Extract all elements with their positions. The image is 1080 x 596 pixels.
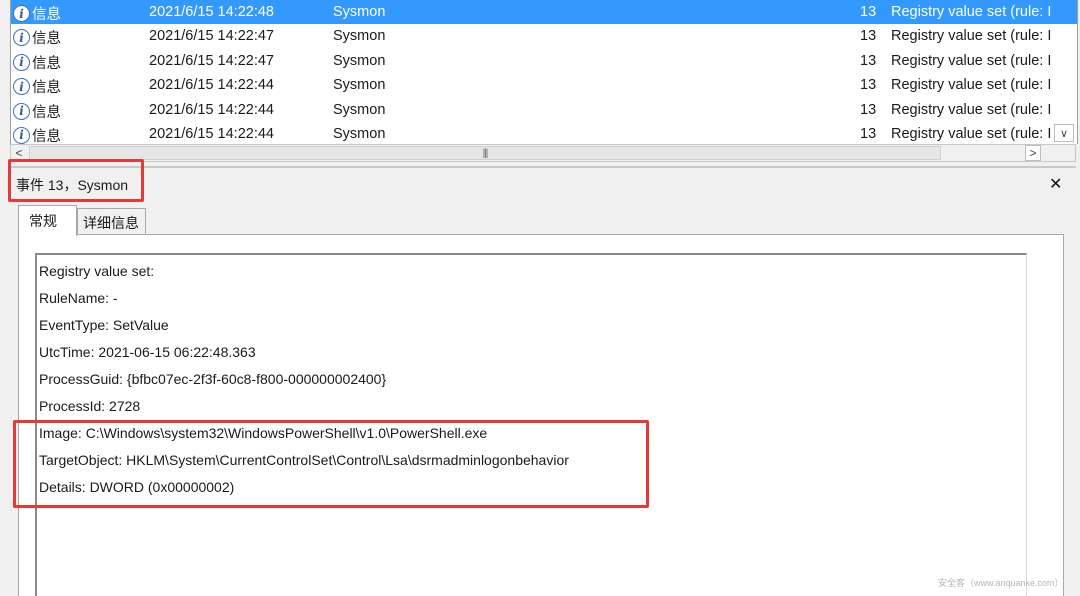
level-cell: i 信息 [13, 52, 61, 73]
level-label: 信息 [32, 31, 61, 48]
info-icon: i [13, 29, 30, 47]
chevron-down-icon: ∨ [1059, 127, 1069, 140]
task-category-cell: Registry value set (rule: I [891, 77, 1052, 94]
event-row[interactable]: i 信息 2021/6/15 14:22:47 Sysmon 13 Registr… [11, 49, 1077, 73]
source-cell: Sysmon [333, 52, 386, 69]
datetime-cell: 2021/6/15 14:22:47 [149, 52, 274, 69]
event-id-cell: 13 [860, 77, 877, 94]
info-icon: i [13, 53, 30, 71]
detail-line: Registry value set: [39, 263, 155, 279]
watermark: 安全客（www.anquanke.com） [938, 578, 1064, 588]
chevron-right-icon: > [1029, 146, 1037, 160]
level-cell: i 信息 [13, 125, 61, 144]
event-row[interactable]: i 信息 2021/6/15 14:22:44 Sysmon 13 Registr… [11, 122, 1077, 144]
detail-line: ProcessGuid: {bfbc07ec-2f3f-60c8-f800-00… [39, 371, 387, 387]
highlight-box-title [8, 159, 144, 202]
level-label: 信息 [32, 55, 61, 72]
event-id-cell: 13 [860, 125, 877, 142]
task-category-cell: Registry value set (rule: I [891, 52, 1052, 69]
tab-general-label: 常规 [29, 213, 57, 229]
tab-details-label: 详细信息 [83, 215, 139, 231]
detail-line: UtcTime: 2021-06-15 06:22:48.363 [39, 344, 256, 360]
source-cell: Sysmon [333, 77, 386, 94]
level-cell: i 信息 [13, 101, 61, 122]
level-cell: i 信息 [13, 27, 61, 48]
event-id-cell: 13 [860, 4, 877, 20]
source-cell: Sysmon [333, 28, 386, 45]
tab-general[interactable]: 常规 [18, 205, 77, 236]
event-viewer-window: i 信息 2021/6/15 14:22:48 Sysmon 13 Registr… [0, 0, 1080, 596]
pane-splitter[interactable] [10, 166, 1076, 168]
info-icon: i [13, 102, 30, 120]
datetime-cell: 2021/6/15 14:22:48 [149, 4, 274, 20]
info-icon: i [13, 126, 30, 144]
source-cell: Sysmon [333, 4, 386, 20]
info-icon: i [13, 5, 30, 22]
task-category-cell: Registry value set (rule: I [891, 4, 1052, 20]
chevron-left-icon: < [15, 146, 23, 160]
event-row[interactable]: i 信息 2021/6/15 14:22:48 Sysmon 13 Registr… [11, 0, 1077, 25]
event-row[interactable]: i 信息 2021/6/15 14:22:47 Sysmon 13 Registr… [11, 24, 1077, 48]
event-row[interactable]: i 信息 2021/6/15 14:22:44 Sysmon 13 Registr… [11, 98, 1077, 122]
tab-details[interactable]: 详细信息 [77, 208, 146, 234]
level-label: 信息 [32, 7, 61, 23]
grip-icon: ||| [482, 147, 489, 159]
task-category-cell: Registry value set (rule: I [891, 28, 1052, 45]
level-label: 信息 [32, 104, 61, 121]
event-list: i 信息 2021/6/15 14:22:48 Sysmon 13 Registr… [10, 0, 1078, 144]
close-icon[interactable]: ✕ [1049, 174, 1062, 194]
level-cell: i 信息 [13, 76, 61, 97]
event-id-cell: 13 [860, 28, 877, 45]
info-icon: i [13, 78, 30, 96]
source-cell: Sysmon [333, 101, 386, 118]
level-label: 信息 [32, 128, 61, 144]
task-category-cell: Registry value set (rule: I [891, 125, 1052, 142]
event-row[interactable]: i 信息 2021/6/15 14:22:44 Sysmon 13 Registr… [11, 73, 1077, 97]
detail-line: ProcessId: 2728 [39, 398, 141, 414]
scroll-right-button[interactable]: > [1025, 145, 1041, 161]
horizontal-scrollbar[interactable]: < ||| > [10, 144, 1076, 162]
datetime-cell: 2021/6/15 14:22:47 [149, 28, 274, 45]
event-id-cell: 13 [860, 52, 877, 69]
detail-line: EventType: SetValue [39, 317, 169, 333]
datetime-cell: 2021/6/15 14:22:44 [149, 101, 274, 118]
level-cell: i 信息 [13, 3, 61, 24]
task-category-cell: Registry value set (rule: I [891, 101, 1052, 118]
event-id-cell: 13 [860, 101, 877, 118]
scroll-down-button[interactable]: ∨ [1054, 124, 1074, 142]
general-tab-panel: Registry value set: RuleName: - EventTyp… [18, 234, 1064, 596]
detail-line: RuleName: - [39, 290, 118, 306]
datetime-cell: 2021/6/15 14:22:44 [149, 77, 274, 94]
level-label: 信息 [32, 80, 61, 97]
datetime-cell: 2021/6/15 14:22:44 [149, 125, 274, 142]
scrollbar-thumb[interactable]: ||| [29, 146, 941, 160]
source-cell: Sysmon [333, 125, 386, 142]
highlight-box-details [13, 420, 649, 508]
